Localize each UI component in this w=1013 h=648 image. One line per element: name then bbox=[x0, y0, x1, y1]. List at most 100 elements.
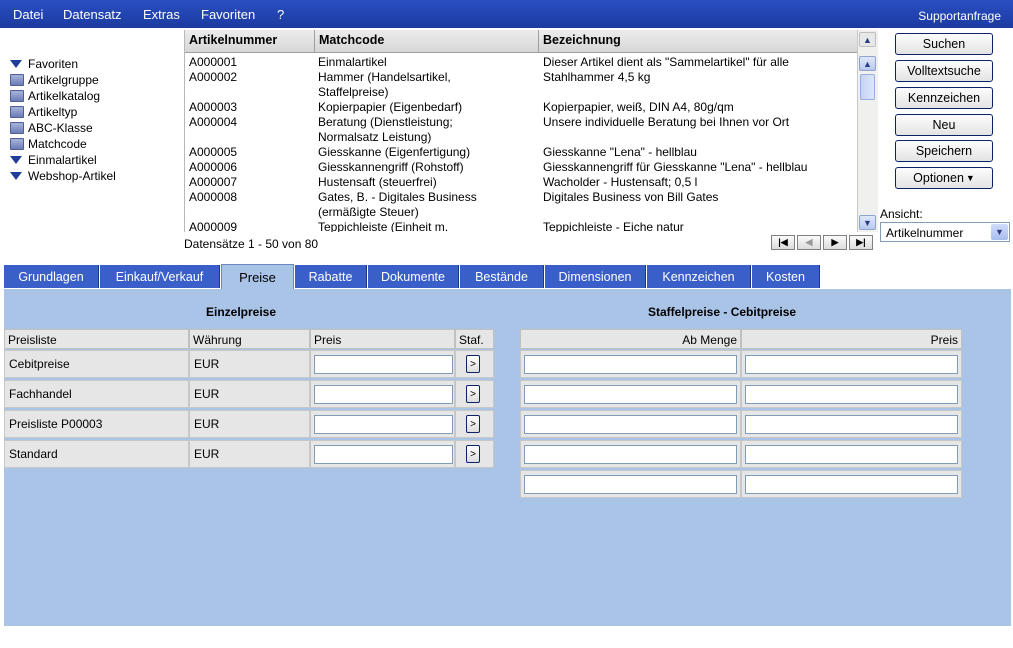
staffel-button[interactable]: > bbox=[466, 355, 480, 373]
filter-tree: Favoriten Artikelgruppe Artikelkatalog A… bbox=[4, 55, 184, 231]
tab-grundlagen[interactable]: Grundlagen bbox=[4, 265, 99, 288]
scroll-thumb[interactable] bbox=[860, 74, 875, 100]
scroll-down-icon[interactable]: ▼ bbox=[859, 215, 876, 230]
next-record-icon[interactable]: ▶ bbox=[823, 235, 847, 250]
column-header-matchcode[interactable]: Matchcode bbox=[319, 33, 384, 47]
tree-item-artikelkatalog[interactable]: Artikelkatalog bbox=[10, 88, 100, 104]
price-input[interactable] bbox=[314, 355, 453, 374]
scale-price-input[interactable] bbox=[745, 445, 958, 464]
staffel-button[interactable]: > bbox=[466, 445, 480, 463]
cell-matchcode: Beratung (Dienstleistung; Normalsatz Lei… bbox=[318, 115, 453, 144]
scale-price-cell bbox=[741, 410, 962, 438]
cell-bezeichnung: Stahlhammer 4,5 kg bbox=[543, 70, 651, 84]
column-header-waehrung: Währung bbox=[189, 329, 310, 349]
price-input[interactable] bbox=[314, 445, 453, 464]
cell-matchcode: Hustensaft (steuerfrei) bbox=[318, 175, 437, 189]
prices-panel: Einzelpreise Preisliste Währung Preis St… bbox=[4, 289, 1011, 626]
fulltext-search-button[interactable]: Volltextsuche bbox=[895, 60, 993, 82]
view-label: Ansicht: bbox=[880, 207, 923, 221]
save-button[interactable]: Speichern bbox=[895, 140, 993, 162]
cell-artikelnummer: A000006 bbox=[189, 160, 238, 174]
tab-rabatte[interactable]: Rabatte bbox=[295, 265, 367, 288]
column-header-artikelnummer[interactable]: Artikelnummer bbox=[189, 33, 277, 47]
tab-kennzeichen[interactable]: Kennzeichen bbox=[647, 265, 751, 288]
menu-help[interactable]: ? bbox=[277, 7, 284, 22]
quantity-input[interactable] bbox=[524, 445, 737, 464]
scale-price-input[interactable] bbox=[745, 355, 958, 374]
scroll-top-icon[interactable]: ▲ bbox=[859, 32, 876, 47]
tree-item-einmalartikel[interactable]: Einmalartikel bbox=[10, 152, 97, 168]
cell-artikelnummer: A000007 bbox=[189, 175, 238, 189]
cell-artikelnummer: A000001 bbox=[189, 55, 238, 69]
tree-item-matchcode[interactable]: Matchcode bbox=[10, 136, 87, 152]
grid-header: Artikelnummer Matchcode Bezeichnung bbox=[185, 30, 857, 53]
last-record-icon[interactable]: ▶| bbox=[849, 235, 873, 250]
tab-dimensionen[interactable]: Dimensionen bbox=[545, 265, 646, 288]
scale-price-cell bbox=[741, 470, 962, 498]
column-header-staffel: Staf. bbox=[455, 329, 494, 349]
tree-item-webshop-artikel[interactable]: Webshop-Artikel bbox=[10, 168, 116, 184]
scale-price-input[interactable] bbox=[745, 475, 958, 494]
quantity-cell bbox=[520, 380, 741, 408]
first-record-icon[interactable]: |◀ bbox=[771, 235, 795, 250]
cell-matchcode: Gates, B. - Digitales Business (ermäßigt… bbox=[318, 190, 477, 219]
menu-datensatz[interactable]: Datensatz bbox=[63, 7, 122, 22]
cell-matchcode: Einmalartikel bbox=[318, 55, 387, 69]
column-header-bezeichnung[interactable]: Bezeichnung bbox=[543, 33, 621, 47]
column-header-preisliste: Preisliste bbox=[4, 329, 189, 349]
scale-price-input[interactable] bbox=[745, 415, 958, 434]
cell-bezeichnung: Digitales Business von Bill Gates bbox=[543, 190, 719, 204]
flags-button[interactable]: Kennzeichen bbox=[895, 87, 993, 109]
support-request-link[interactable]: Supportanfrage bbox=[918, 9, 1001, 23]
quantity-input[interactable] bbox=[524, 385, 737, 404]
cell-artikelnummer: A000002 bbox=[189, 70, 238, 84]
menu-favoriten[interactable]: Favoriten bbox=[201, 7, 255, 22]
tab-bestaende[interactable]: Bestände bbox=[460, 265, 544, 288]
cell-matchcode: Teppichleiste (Einheit m. bbox=[318, 220, 449, 232]
tab-preise[interactable]: Preise bbox=[221, 264, 294, 289]
tree-item-label: Artikelkatalog bbox=[28, 89, 101, 103]
tree-item-favoriten[interactable]: Favoriten bbox=[10, 56, 78, 72]
cell-bezeichnung: Wacholder - Hustensaft; 0,5 l bbox=[543, 175, 698, 189]
tree-item-abc-klasse[interactable]: ABC-Klasse bbox=[10, 120, 93, 136]
price-input[interactable] bbox=[314, 385, 453, 404]
column-header-staffel-preis: Preis bbox=[741, 329, 962, 349]
staffel-cell: > bbox=[455, 380, 494, 408]
previous-record-icon[interactable]: ◀ bbox=[797, 235, 821, 250]
tab-kosten[interactable]: Kosten bbox=[752, 265, 820, 288]
tree-item-artikeltyp[interactable]: Artikeltyp bbox=[10, 104, 77, 120]
folder-icon bbox=[10, 106, 24, 118]
tab-einkauf-verkauf[interactable]: Einkauf/Verkauf bbox=[100, 265, 220, 288]
menu-extras[interactable]: Extras bbox=[143, 7, 180, 22]
cell-bezeichnung: Giesskannengriff für Giesskanne "Lena" -… bbox=[543, 160, 808, 174]
quantity-cell bbox=[520, 350, 741, 378]
quantity-cell bbox=[520, 470, 741, 498]
staffel-button[interactable]: > bbox=[466, 385, 480, 403]
scale-price-input[interactable] bbox=[745, 385, 958, 404]
chevron-down-icon[interactable]: ▼ bbox=[991, 224, 1008, 240]
cell-bezeichnung: Giesskanne "Lena" - hellblau bbox=[543, 145, 697, 159]
tree-item-label: Artikeltyp bbox=[28, 105, 78, 119]
quantity-input[interactable] bbox=[524, 415, 737, 434]
view-select[interactable]: Artikelnummer ▼ bbox=[880, 222, 1010, 242]
currency-cell: EUR bbox=[189, 440, 310, 468]
tree-item-artikelgruppe[interactable]: Artikelgruppe bbox=[10, 72, 99, 88]
price-list-p00003: Preisliste P00003 bbox=[4, 410, 189, 438]
price-list-fachhandel: Fachhandel bbox=[4, 380, 189, 408]
folder-icon bbox=[10, 74, 24, 86]
new-button[interactable]: Neu bbox=[895, 114, 993, 136]
cell-artikelnummer: A000003 bbox=[189, 100, 238, 114]
quantity-input[interactable] bbox=[524, 355, 737, 374]
grid-vertical-scrollbar[interactable]: ▲ ▲ ▼ bbox=[857, 30, 878, 232]
options-button[interactable]: Optionen ▼ bbox=[895, 167, 993, 189]
price-input[interactable] bbox=[314, 415, 453, 434]
menu-datei[interactable]: Datei bbox=[13, 7, 43, 22]
price-cell bbox=[310, 350, 455, 378]
search-button[interactable]: Suchen bbox=[895, 33, 993, 55]
staffel-button[interactable]: > bbox=[466, 415, 480, 433]
price-cell bbox=[310, 440, 455, 468]
column-header-ab-menge: Ab Menge bbox=[520, 329, 741, 349]
quantity-input[interactable] bbox=[524, 475, 737, 494]
scroll-up-icon[interactable]: ▲ bbox=[859, 56, 876, 71]
tab-dokumente[interactable]: Dokumente bbox=[368, 265, 459, 288]
